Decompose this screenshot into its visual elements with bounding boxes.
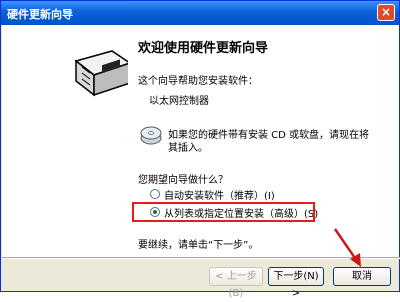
question-text: 您期望向导做什么？ <box>138 175 228 186</box>
device-name: 以太网控制器 <box>149 96 209 107</box>
intro-text: 这个向导帮助您安装软件： <box>138 76 258 87</box>
wizard-content: 欢迎使用硬件更新向导 这个向导帮助您安装软件： 以太网控制器 如果您的硬件带有安… <box>128 25 399 257</box>
button-separator <box>2 257 400 259</box>
wizard-side-panel <box>2 25 132 257</box>
hardware-device-icon <box>74 50 132 97</box>
cd-icon <box>140 126 162 145</box>
back-button[interactable]: < 上一步(B) <box>209 267 263 299</box>
title-bar[interactable]: 硬件更新向导 × <box>1 1 399 25</box>
close-button[interactable]: × <box>377 4 395 21</box>
cd-prompt-line2: 其插入。 <box>168 143 208 154</box>
wizard-window: 硬件更新向导 × 欢迎使用硬件更新向导 这个向导帮助您安装软件： 以太网控制器 … <box>0 0 400 299</box>
auto-install-label[interactable]: 自动安装软件（推荐）(I) <box>164 187 275 202</box>
next-button[interactable]: 下一步(N) > <box>268 267 324 299</box>
window-title: 硬件更新向导 <box>7 8 73 21</box>
page-title: 欢迎使用硬件更新向导 <box>138 41 269 56</box>
continue-text: 要继续，请单击“下一步”。 <box>138 240 259 251</box>
annotation-highlight-box <box>132 202 315 222</box>
cancel-button[interactable]: 取消 <box>333 267 391 286</box>
auto-install-radio[interactable] <box>150 189 160 199</box>
